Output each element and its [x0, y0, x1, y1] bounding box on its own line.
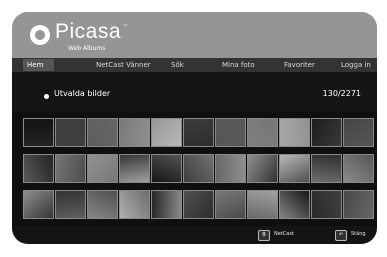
photo-image	[312, 155, 341, 182]
photo-thumbnail[interactable]	[311, 118, 342, 147]
photo-image	[120, 191, 149, 218]
photo-thumbnail[interactable]	[279, 118, 310, 147]
photo-thumbnail[interactable]	[151, 154, 182, 183]
photo-thumbnail[interactable]	[23, 154, 54, 183]
photo-thumbnail[interactable]	[87, 154, 118, 183]
photo-image	[88, 191, 117, 218]
tab-hem[interactable]: Hem	[23, 59, 54, 71]
photo-thumbnail[interactable]	[183, 118, 214, 147]
photo-thumbnail[interactable]	[343, 154, 374, 183]
netcast-button[interactable]: NetCast	[274, 231, 294, 237]
photo-thumbnail[interactable]	[215, 190, 246, 219]
photo-thumbnail[interactable]	[119, 154, 150, 183]
photo-image	[184, 119, 213, 146]
photo-image	[216, 119, 245, 146]
photo-thumbnail[interactable]	[87, 118, 118, 147]
photo-image	[24, 191, 53, 218]
photo-image	[88, 119, 117, 146]
photo-image	[216, 155, 245, 182]
tab-favoriter[interactable]: Favoriter	[280, 59, 319, 71]
photo-image	[56, 119, 85, 146]
photo-grid[interactable]	[12, 112, 377, 226]
tab-logga-in[interactable]: Logga in	[337, 59, 375, 71]
photo-image	[280, 119, 309, 146]
photo-image	[120, 155, 149, 182]
photo-thumbnail[interactable]	[23, 118, 54, 147]
photo-image	[248, 191, 277, 218]
back-key-icon: ↶	[335, 230, 347, 241]
tab-netcast-vanner[interactable]: NetCast Vänner	[92, 59, 155, 71]
photo-thumbnail[interactable]	[87, 190, 118, 219]
photo-image	[312, 119, 341, 146]
tv-screen: Picasa ™ Web Albums Hem NetCast Vänner S…	[12, 12, 377, 244]
photo-thumbnail[interactable]	[311, 190, 342, 219]
brand-tagline: Web Albums	[68, 45, 106, 52]
photo-thumbnail[interactable]	[279, 190, 310, 219]
photo-thumbnail[interactable]	[247, 190, 278, 219]
photo-image	[24, 155, 53, 182]
photo-image	[88, 155, 117, 182]
photo-thumbnail[interactable]	[215, 154, 246, 183]
footer-bar: B NetCast ↶ Stäng	[12, 226, 377, 244]
photo-image	[152, 191, 181, 218]
photo-thumbnail[interactable]	[247, 154, 278, 183]
photo-thumbnail[interactable]	[343, 190, 374, 219]
photo-thumbnail[interactable]	[55, 190, 86, 219]
photo-image	[184, 155, 213, 182]
top-nav: Hem NetCast Vänner Sök Mina foto Favorit…	[12, 58, 377, 72]
photo-image	[344, 155, 373, 182]
photo-image	[280, 191, 309, 218]
photo-image	[280, 155, 309, 182]
section-title: Utvalda bilder	[54, 89, 111, 98]
photo-thumbnail[interactable]	[279, 154, 310, 183]
netcast-key-icon: B	[258, 230, 270, 241]
photo-thumbnail[interactable]	[215, 118, 246, 147]
photo-image	[248, 119, 277, 146]
photo-image	[24, 119, 53, 146]
photo-image	[248, 155, 277, 182]
picasa-icon	[30, 25, 50, 45]
tab-mina-foto[interactable]: Mina foto	[218, 59, 259, 71]
photo-thumbnail[interactable]	[151, 190, 182, 219]
photo-thumbnail[interactable]	[151, 118, 182, 147]
photo-image	[344, 191, 373, 218]
featured-section-header: Utvalda bilder 130/2271	[12, 72, 377, 112]
photo-thumbnail[interactable]	[119, 118, 150, 147]
tab-sok[interactable]: Sök	[167, 59, 188, 71]
photo-image	[56, 155, 85, 182]
photo-thumbnail[interactable]	[183, 154, 214, 183]
photo-image	[312, 191, 341, 218]
header: Picasa ™ Web Albums	[12, 12, 377, 58]
photo-image	[152, 119, 181, 146]
photo-thumbnail[interactable]	[23, 190, 54, 219]
photo-thumbnail[interactable]	[311, 154, 342, 183]
photo-thumbnail[interactable]	[247, 118, 278, 147]
photo-counter: 130/2271	[322, 89, 361, 98]
brand-name: Picasa	[55, 20, 122, 43]
brand-trademark: ™	[123, 24, 128, 30]
close-button[interactable]: Stäng	[351, 231, 366, 237]
photo-thumbnail[interactable]	[55, 118, 86, 147]
photo-image	[184, 191, 213, 218]
photo-thumbnail[interactable]	[119, 190, 150, 219]
photo-image	[56, 191, 85, 218]
photo-thumbnail[interactable]	[55, 154, 86, 183]
photo-image	[216, 191, 245, 218]
photo-image	[344, 119, 373, 146]
picasa-logo: Picasa ™ Web Albums	[30, 20, 160, 54]
photo-thumbnail[interactable]	[343, 118, 374, 147]
photo-image	[120, 119, 149, 146]
photo-thumbnail[interactable]	[183, 190, 214, 219]
section-bullet-icon	[44, 94, 49, 99]
photo-image	[152, 155, 181, 182]
